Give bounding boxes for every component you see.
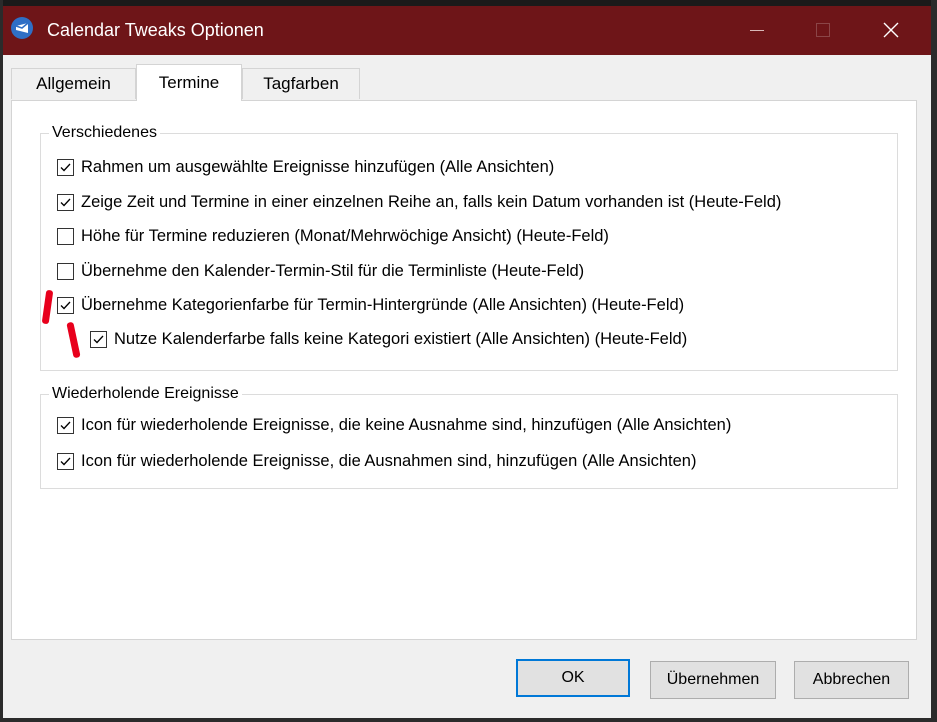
close-icon bbox=[883, 22, 899, 38]
cancel-button[interactable]: Abbrechen bbox=[794, 661, 909, 699]
option-row[interactable]: Rahmen um ausgewählte Ereignisse hinzufü… bbox=[57, 154, 554, 180]
checkbox[interactable] bbox=[57, 296, 74, 314]
group-wiederholende-ereignisse: Wiederholende Ereignisse bbox=[40, 383, 898, 489]
option-label: Übernehme Kategorienfarbe für Termin-Hin… bbox=[81, 295, 685, 314]
options-dialog: Calendar Tweaks Optionen Allgemein Termi… bbox=[3, 0, 931, 718]
tab-tagfarben[interactable]: Tagfarben bbox=[242, 68, 360, 99]
option-row[interactable]: Icon für wiederholende Ereignisse, die A… bbox=[57, 448, 696, 474]
maximize-icon bbox=[816, 23, 830, 37]
title-bar-top-strip bbox=[3, 0, 931, 6]
close-button[interactable] bbox=[861, 10, 921, 50]
option-row[interactable]: Icon für wiederholende Ereignisse, die k… bbox=[57, 412, 731, 438]
option-label: Übernehme den Kalender-Termin-Stil für d… bbox=[81, 261, 585, 280]
checkbox[interactable] bbox=[57, 262, 74, 280]
tab-termine[interactable]: Termine bbox=[136, 64, 242, 101]
calendar-tweaks-app-icon bbox=[11, 17, 33, 39]
group-legend: Wiederholende Ereignisse bbox=[49, 383, 242, 405]
option-row-nested[interactable]: Nutze Kalenderfarbe falls keine Kategori… bbox=[90, 326, 687, 352]
ok-button[interactable]: OK bbox=[516, 659, 630, 697]
checkbox[interactable] bbox=[57, 452, 74, 470]
checkbox[interactable] bbox=[57, 416, 74, 434]
option-row[interactable]: Zeige Zeit und Termine in einer einzelne… bbox=[57, 189, 781, 215]
option-label: Icon für wiederholende Ereignisse, die k… bbox=[81, 415, 732, 434]
checkbox[interactable] bbox=[90, 330, 107, 348]
checkbox[interactable] bbox=[57, 193, 74, 211]
title-bar[interactable]: Calendar Tweaks Optionen bbox=[3, 0, 931, 55]
tab-allgemein[interactable]: Allgemein bbox=[11, 68, 136, 99]
option-row[interactable]: Höhe für Termine reduzieren (Monat/Mehrw… bbox=[57, 223, 609, 249]
apply-button[interactable]: Übernehmen bbox=[650, 661, 776, 699]
option-label: Nutze Kalenderfarbe falls keine Kategori… bbox=[114, 329, 688, 348]
tab-strip: Allgemein Termine Tagfarben bbox=[11, 64, 911, 101]
option-row[interactable]: Übernehme Kategorienfarbe für Termin-Hin… bbox=[57, 292, 684, 318]
option-label: Icon für wiederholende Ereignisse, die A… bbox=[81, 451, 697, 470]
option-label: Höhe für Termine reduzieren (Monat/Mehrw… bbox=[81, 226, 609, 245]
option-label: Rahmen um ausgewählte Ereignisse hinzufü… bbox=[81, 157, 555, 176]
tab-panel-termine: Verschiedenes Wiederholende Ereignisse R… bbox=[11, 100, 917, 640]
checkbox[interactable] bbox=[57, 158, 74, 176]
checkbox[interactable] bbox=[57, 227, 74, 245]
option-row[interactable]: Übernehme den Kalender-Termin-Stil für d… bbox=[57, 258, 584, 284]
window-title: Calendar Tweaks Optionen bbox=[47, 20, 264, 40]
option-label: Zeige Zeit und Termine in einer einzelne… bbox=[81, 192, 782, 211]
minimize-icon bbox=[750, 29, 764, 31]
maximize-button[interactable] bbox=[793, 10, 853, 50]
minimize-button[interactable] bbox=[727, 10, 787, 50]
group-legend: Verschiedenes bbox=[49, 122, 160, 144]
